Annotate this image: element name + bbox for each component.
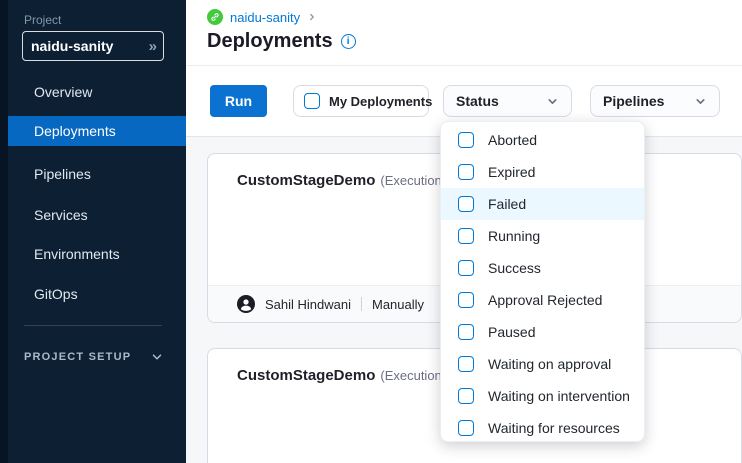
my-deployments-checkbox[interactable]: [304, 93, 320, 109]
triggered-by: Sahil Hindwani: [265, 297, 351, 312]
chevron-down-icon: [150, 350, 164, 364]
status-option-failed[interactable]: Failed: [441, 188, 644, 220]
avatar: [237, 295, 255, 313]
run-button[interactable]: Run: [210, 85, 267, 117]
status-option-success[interactable]: Success: [441, 252, 644, 284]
checkbox[interactable]: [458, 260, 474, 276]
sidebar-item-gitops[interactable]: GitOps: [8, 280, 186, 308]
chevron-down-icon: [694, 95, 707, 108]
breadcrumb-project-link[interactable]: naidu-sanity: [230, 10, 300, 25]
project-setup-label: PROJECT SETUP: [24, 351, 131, 363]
project-setup-toggle[interactable]: PROJECT SETUP: [24, 348, 164, 366]
status-dropdown[interactable]: Status: [443, 85, 572, 117]
sidebar-divider: [24, 325, 162, 326]
project-input[interactable]: [31, 38, 149, 54]
expand-double-chevron-icon[interactable]: »: [149, 38, 155, 55]
status-option-running[interactable]: Running: [441, 220, 644, 252]
status-option-expired[interactable]: Expired: [441, 156, 644, 188]
deployment-card-title: CustomStageDemo (Execution Id: [237, 172, 456, 189]
page-title: Deployments: [207, 30, 333, 53]
project-link-icon: [207, 9, 223, 25]
page-header: Deployments i: [207, 30, 356, 53]
footer-divider: [361, 297, 362, 311]
checkbox[interactable]: [458, 324, 474, 340]
header-divider: [186, 65, 742, 66]
trigger-type: Manually: [372, 297, 424, 312]
checkbox[interactable]: [458, 420, 474, 436]
checkbox[interactable]: [458, 356, 474, 372]
sidebar-item-pipelines[interactable]: Pipelines: [8, 160, 186, 188]
project-selector[interactable]: »: [22, 31, 164, 61]
status-option-paused[interactable]: Paused: [441, 316, 644, 348]
checkbox[interactable]: [458, 388, 474, 404]
pipelines-dropdown[interactable]: Pipelines: [590, 85, 720, 117]
status-option-waiting-on-approval[interactable]: Waiting on approval: [441, 348, 644, 380]
my-deployments-label: My Deployments: [329, 94, 432, 109]
status-dropdown-menu: Aborted Expired Failed Running Success A…: [440, 121, 645, 442]
checkbox[interactable]: [458, 132, 474, 148]
checkbox[interactable]: [458, 196, 474, 212]
info-icon[interactable]: i: [341, 34, 356, 49]
chevron-right-icon: [307, 12, 317, 22]
sidebar-item-services[interactable]: Services: [8, 201, 186, 229]
chevron-down-icon: [546, 95, 559, 108]
status-option-approval-rejected[interactable]: Approval Rejected: [441, 284, 644, 316]
checkbox[interactable]: [458, 228, 474, 244]
checkbox[interactable]: [458, 292, 474, 308]
sidebar-item-deployments[interactable]: Deployments: [8, 116, 186, 146]
breadcrumb: naidu-sanity: [207, 9, 317, 25]
app-window: Project » Overview Deployments Pipelines…: [0, 0, 742, 463]
my-deployments-filter[interactable]: My Deployments: [293, 85, 429, 117]
status-option-waiting-for-resources[interactable]: Waiting for resources: [441, 412, 644, 444]
sidebar-item-overview[interactable]: Overview: [8, 78, 186, 106]
sidebar-item-environments[interactable]: Environments: [8, 240, 186, 268]
project-label: Project: [24, 13, 61, 27]
checkbox[interactable]: [458, 164, 474, 180]
status-option-waiting-on-intervention[interactable]: Waiting on intervention: [441, 380, 644, 412]
sidebar-edge-strip: [0, 0, 8, 463]
deployment-card-title: CustomStageDemo (Execution Id: [237, 367, 456, 384]
status-option-aborted[interactable]: Aborted: [441, 124, 644, 156]
sidebar: Project » Overview Deployments Pipelines…: [0, 0, 186, 463]
